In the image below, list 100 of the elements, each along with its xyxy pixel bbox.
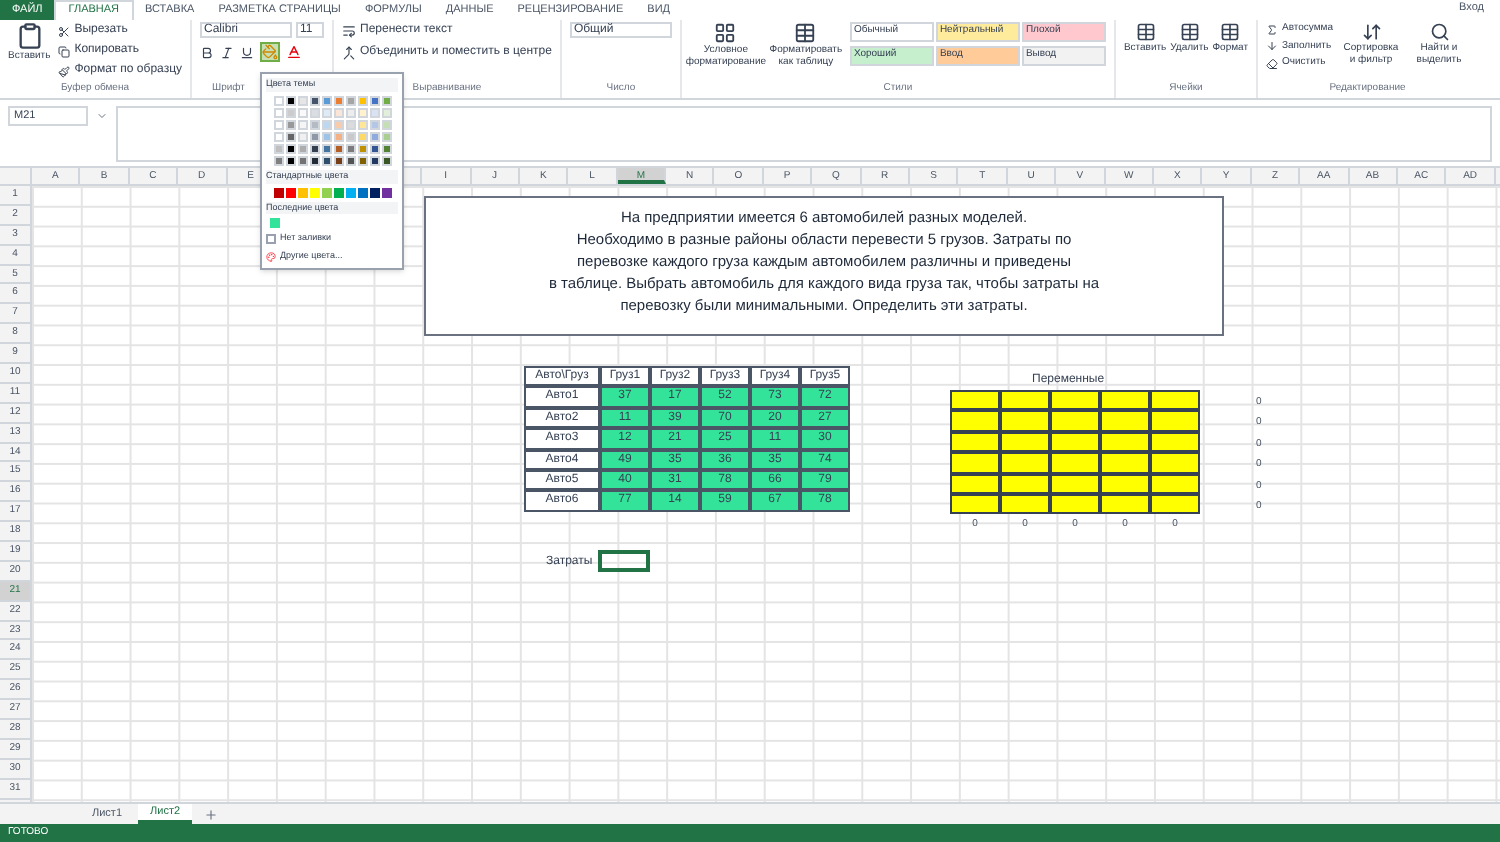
color-swatch[interactable] bbox=[309, 107, 319, 118]
wrap-text-icon bbox=[342, 24, 357, 38]
color-swatch[interactable] bbox=[321, 107, 331, 118]
dropdown-icon[interactable] bbox=[96, 110, 108, 122]
color-swatch[interactable] bbox=[273, 119, 283, 130]
color-swatch[interactable] bbox=[297, 131, 307, 142]
color-swatch[interactable] bbox=[273, 143, 283, 154]
color-swatch[interactable] bbox=[321, 187, 331, 197]
color-swatch[interactable] bbox=[309, 119, 319, 130]
color-swatch[interactable] bbox=[285, 119, 295, 130]
color-swatch[interactable] bbox=[345, 119, 355, 130]
color-swatch[interactable] bbox=[381, 131, 391, 142]
color-swatch[interactable] bbox=[369, 107, 379, 118]
color-swatch[interactable] bbox=[285, 143, 295, 154]
color-swatch[interactable] bbox=[369, 131, 379, 142]
variable-cell bbox=[1000, 431, 1050, 453]
color-swatch[interactable] bbox=[345, 155, 355, 166]
color-swatch[interactable] bbox=[333, 143, 343, 154]
selected-cell[interactable] bbox=[598, 550, 650, 572]
table-icon bbox=[1220, 22, 1241, 42]
color-swatch[interactable] bbox=[345, 131, 355, 142]
color-swatch[interactable] bbox=[309, 95, 319, 106]
variable-cell bbox=[950, 452, 1000, 474]
color-swatch[interactable] bbox=[369, 95, 379, 106]
color-swatch[interactable] bbox=[273, 107, 283, 118]
color-swatch[interactable] bbox=[381, 143, 391, 154]
variable-cell bbox=[1150, 431, 1200, 453]
formula-field[interactable] bbox=[116, 106, 1492, 162]
color-swatch[interactable] bbox=[333, 119, 343, 130]
variable-cell bbox=[1000, 390, 1050, 411]
color-swatch[interactable] bbox=[285, 155, 295, 166]
color-swatch[interactable] bbox=[357, 155, 367, 166]
color-swatch[interactable] bbox=[270, 218, 280, 229]
variable-cell bbox=[950, 493, 1000, 515]
variable-cell bbox=[1100, 473, 1150, 494]
copy-icon bbox=[58, 45, 71, 57]
color-swatch[interactable] bbox=[381, 119, 391, 130]
color-swatch[interactable] bbox=[381, 187, 391, 197]
color-swatch[interactable] bbox=[285, 107, 295, 118]
color-swatch[interactable] bbox=[273, 187, 283, 197]
color-swatch[interactable] bbox=[297, 155, 307, 166]
fill-color-button[interactable] bbox=[260, 42, 281, 62]
color-swatch[interactable] bbox=[357, 187, 367, 197]
color-swatch[interactable] bbox=[345, 95, 355, 106]
add-sheet-icon[interactable] bbox=[204, 807, 219, 821]
paintbrush-icon bbox=[58, 65, 71, 77]
color-swatch[interactable] bbox=[357, 107, 367, 118]
variable-cell bbox=[1050, 390, 1100, 411]
variable-cell bbox=[1100, 390, 1150, 411]
color-swatch[interactable] bbox=[297, 143, 307, 154]
color-swatch[interactable] bbox=[381, 155, 391, 166]
variable-cell bbox=[1000, 410, 1050, 432]
grid-icon bbox=[714, 22, 737, 44]
color-swatch[interactable] bbox=[309, 131, 319, 142]
variable-cell bbox=[1000, 473, 1050, 494]
color-swatch[interactable] bbox=[381, 95, 391, 106]
variable-cell bbox=[1150, 410, 1200, 432]
palette-icon bbox=[266, 251, 276, 262]
color-swatch[interactable] bbox=[285, 187, 295, 197]
color-swatch[interactable] bbox=[333, 95, 343, 106]
color-swatch[interactable] bbox=[297, 95, 307, 106]
color-swatch[interactable] bbox=[357, 95, 367, 106]
color-swatch[interactable] bbox=[369, 119, 379, 130]
color-swatch[interactable] bbox=[357, 131, 367, 142]
color-swatch[interactable] bbox=[309, 155, 319, 166]
color-swatch[interactable] bbox=[369, 187, 379, 197]
paint-bucket-icon bbox=[262, 44, 279, 60]
color-swatch[interactable] bbox=[321, 119, 331, 130]
color-swatch[interactable] bbox=[321, 95, 331, 106]
color-swatch[interactable] bbox=[297, 107, 307, 118]
color-swatch[interactable] bbox=[285, 95, 295, 106]
bold-icon[interactable] bbox=[200, 45, 215, 59]
color-swatch[interactable] bbox=[297, 187, 307, 197]
color-swatch[interactable] bbox=[321, 143, 331, 154]
color-swatch[interactable] bbox=[321, 131, 331, 142]
color-swatch[interactable] bbox=[273, 95, 283, 106]
color-swatch[interactable] bbox=[333, 187, 343, 197]
color-swatch[interactable] bbox=[357, 143, 367, 154]
variable-cell bbox=[950, 410, 1000, 432]
underline-icon[interactable] bbox=[240, 45, 255, 59]
color-swatch[interactable] bbox=[285, 131, 295, 142]
color-swatch[interactable] bbox=[357, 119, 367, 130]
font-color-icon[interactable] bbox=[286, 44, 303, 60]
color-swatch[interactable] bbox=[333, 131, 343, 142]
search-icon bbox=[1429, 22, 1449, 42]
color-swatch[interactable] bbox=[297, 119, 307, 130]
italic-icon[interactable] bbox=[220, 45, 235, 59]
color-swatch[interactable] bbox=[381, 107, 391, 118]
color-swatch[interactable] bbox=[345, 143, 355, 154]
color-swatch[interactable] bbox=[345, 107, 355, 118]
color-swatch[interactable] bbox=[309, 187, 319, 197]
color-swatch[interactable] bbox=[309, 143, 319, 154]
color-swatch[interactable] bbox=[369, 143, 379, 154]
color-swatch[interactable] bbox=[321, 155, 331, 166]
color-swatch[interactable] bbox=[333, 107, 343, 118]
color-swatch[interactable] bbox=[369, 155, 379, 166]
color-swatch[interactable] bbox=[273, 155, 283, 166]
color-swatch[interactable] bbox=[345, 187, 355, 197]
color-swatch[interactable] bbox=[273, 131, 283, 142]
color-swatch[interactable] bbox=[333, 155, 343, 166]
